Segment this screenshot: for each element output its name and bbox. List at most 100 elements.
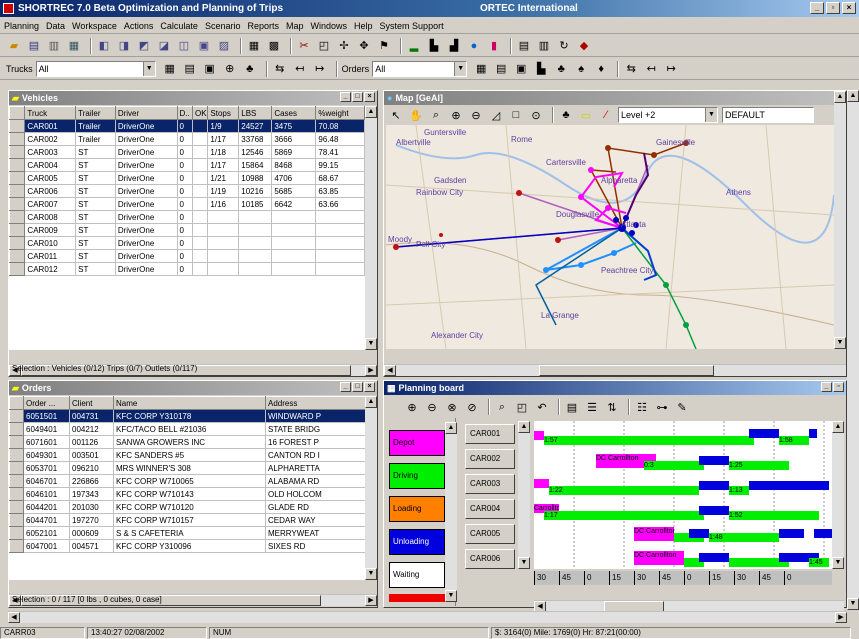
orders-minimize-button[interactable]: _ — [340, 382, 351, 392]
row-header[interactable] — [8, 145, 26, 159]
open-icon[interactable]: ▰ — [6, 38, 22, 54]
menu-map[interactable]: Map — [286, 21, 304, 31]
table-row[interactable]: 6049401 004212 KFC/TACO BELL #21036 STATE B… — [9, 422, 365, 436]
column-header[interactable]: D.. — [176, 106, 193, 120]
trailer-icon[interactable]: ◨ — [116, 38, 132, 54]
gantt-bar-driving[interactable]: 0:3 — [644, 461, 704, 470]
row-header[interactable] — [8, 197, 26, 211]
orders-close-button[interactable]: × — [364, 382, 375, 392]
gantt-chart[interactable]: 1:57 1:58 DC Carrollton 0:3 1:25 1:22 1:… — [534, 421, 832, 569]
column-header[interactable]: OK — [191, 106, 209, 120]
orders-vertical-scrollbar[interactable]: ▲ ▼ — [365, 396, 377, 580]
map-vertical-scrollbar[interactable]: ▲ ▼ — [834, 91, 846, 349]
gantt-bar-unloading[interactable] — [699, 481, 729, 490]
table-row[interactable]: CAR003 ST DriverOne 0 1/18 12546 5869 78.41 — [8, 145, 365, 159]
truck-row-car001[interactable]: CAR001 — [465, 424, 515, 444]
row-header[interactable] — [8, 236, 26, 250]
table-row[interactable]: CAR001 Trailer DriverOne 0 1/9 24527 3475 70.08 — [8, 119, 365, 133]
undo-icon[interactable]: ↶ — [534, 399, 550, 415]
menu-planning[interactable]: Planning — [4, 21, 39, 31]
vehicles-maximize-button[interactable]: □ — [352, 92, 363, 102]
table-row[interactable]: 6044201 201030 KFC CORP W710120 GLADE RD — [9, 500, 365, 514]
gantt-bar-driving[interactable]: 1:17 — [544, 511, 704, 520]
minimize-button[interactable]: _ — [810, 2, 824, 14]
compass-icon[interactable]: ✢ — [336, 38, 352, 54]
table-row[interactable]: 6046101 197343 KFC CORP W710143 OLD HOLCOM — [9, 487, 365, 501]
orders-detail-icon[interactable]: ▤ — [493, 61, 509, 77]
menu-reports[interactable]: Reports — [247, 21, 279, 31]
table-row[interactable]: CAR007 ST DriverOne 0 1/16 10185 6642 63.66 — [8, 197, 365, 211]
print-icon[interactable]: ▥ — [46, 38, 62, 54]
gantt-bar-unloading[interactable] — [699, 456, 729, 465]
properties-icon[interactable]: ☷ — [634, 399, 650, 415]
orders-grid-icon[interactable]: ▦ — [473, 61, 489, 77]
planning-minimize-button[interactable]: _ — [821, 382, 832, 392]
truck-list-scrollbar[interactable]: ▲ ▼ — [518, 421, 530, 569]
table-row[interactable]: 6071601 001126 SANWA GROWERS INC 16 FOREST … — [9, 435, 365, 449]
row-header[interactable] — [9, 474, 24, 488]
orders-plan-icon[interactable]: ♠ — [573, 61, 589, 77]
orders-move-icon[interactable]: ⇆ — [623, 61, 639, 77]
zoom-icon[interactable]: ⌕ — [428, 107, 444, 123]
zoom-out-icon[interactable]: ⊖ — [468, 107, 484, 123]
move-icon[interactable]: ⇆ — [272, 61, 288, 77]
gantt-bar-driving[interactable]: 1:48 — [709, 533, 779, 542]
grid-view-icon[interactable]: ▦ — [162, 61, 178, 77]
order-icon[interactable]: ▣ — [196, 38, 212, 54]
table-row[interactable]: 6051501 004731 KFC CORP Y310178 WINDWARD P — [9, 409, 365, 423]
vehicles-minimize-button[interactable]: _ — [340, 92, 351, 102]
globe-icon[interactable]: ● — [466, 38, 482, 54]
gantt-bar-unloading[interactable] — [699, 506, 729, 515]
orders-grid[interactable]: Order ... Client Name Address 6051501 004731… — [9, 396, 365, 580]
tool-icon[interactable]: ✥ — [356, 38, 372, 54]
gantt-bar-driving[interactable]: 1:22 — [549, 486, 699, 495]
row-header[interactable] — [8, 132, 26, 146]
table-row[interactable]: CAR011 ST DriverOne 0 — [8, 249, 365, 263]
column-header[interactable]: Address — [265, 396, 365, 410]
gantt-bar-driving[interactable]: 1:45 — [809, 558, 829, 567]
menu-windows[interactable]: Windows — [311, 21, 348, 31]
table-row[interactable]: CAR006 ST DriverOne 0 1/19 10216 5685 63.85 — [8, 184, 365, 198]
workspace-horizontal-scrollbar[interactable]: ◀ ▶ — [8, 611, 847, 623]
schedule-icon[interactable]: ▥ — [536, 38, 552, 54]
menu-scenario[interactable]: Scenario — [205, 21, 241, 31]
row-header[interactable] — [8, 158, 26, 172]
row-header[interactable] — [8, 119, 26, 133]
orders-select-icon[interactable]: ▣ — [513, 61, 529, 77]
zoom-select-icon[interactable]: ⊕ — [222, 61, 238, 77]
workspace-vertical-scrollbar[interactable]: ▲ ▼ — [847, 90, 859, 610]
truck-row-car003[interactable]: CAR003 — [465, 474, 515, 494]
table-row[interactable]: CAR009 ST DriverOne 0 — [8, 223, 365, 237]
gantt-bar-driving[interactable]: 1:52 — [729, 511, 819, 520]
row-header[interactable] — [9, 487, 24, 501]
table-row[interactable]: CAR005 ST DriverOne 0 1/21 10988 4706 68.67 — [8, 171, 365, 185]
table-row[interactable]: 6044701 197270 KFC CORP W710157 CEDAR WAY — [9, 513, 365, 527]
column-header[interactable]: Order ... — [23, 396, 70, 410]
gantt-bar-depot[interactable]: DC Carrollton — [634, 527, 674, 541]
map-level-select[interactable]: Level +2 ▼ — [618, 107, 718, 123]
trucks-filter-select[interactable]: All ▼ — [35, 60, 156, 77]
column-header[interactable]: Client — [69, 396, 114, 410]
zoom-reset-icon[interactable]: ⊘ — [464, 399, 480, 415]
vehicles-close-button[interactable]: × — [364, 92, 375, 102]
vehicles-grid[interactable]: Truck Trailer Driver D.. OK Stops LBS Cases %wei… — [8, 106, 365, 350]
zoom-in-icon[interactable]: ⊕ — [448, 107, 464, 123]
calendar-icon[interactable]: ▤ — [516, 38, 532, 54]
orders-filter-select[interactable]: All ▼ — [372, 60, 468, 77]
row-header[interactable] — [9, 422, 24, 436]
rectangle-icon[interactable]: □ — [508, 107, 524, 123]
gantt-bar-driving[interactable]: 1:57 — [544, 436, 754, 445]
route-icon[interactable]: ▨ — [216, 38, 232, 54]
stats-icon[interactable]: ▙ — [426, 38, 442, 54]
restore-button[interactable]: ▫ — [826, 2, 840, 14]
document-icon[interactable]: ▤ — [26, 38, 42, 54]
truck-row-car005[interactable]: CAR005 — [465, 524, 515, 544]
driver-icon[interactable]: ◩ — [136, 38, 152, 54]
table-icon[interactable]: ▦ — [66, 38, 82, 54]
table-row[interactable]: 6047001 004571 KFC CORP Y310096 SIXES RD — [9, 539, 365, 553]
row-header[interactable] — [9, 539, 24, 553]
measure-icon[interactable]: ⁄ — [598, 107, 614, 123]
circle-icon[interactable]: ⊙ — [528, 107, 544, 123]
orders-move-right-icon[interactable]: ↦ — [663, 61, 679, 77]
table-row[interactable]: CAR010 ST DriverOne 0 — [8, 236, 365, 250]
